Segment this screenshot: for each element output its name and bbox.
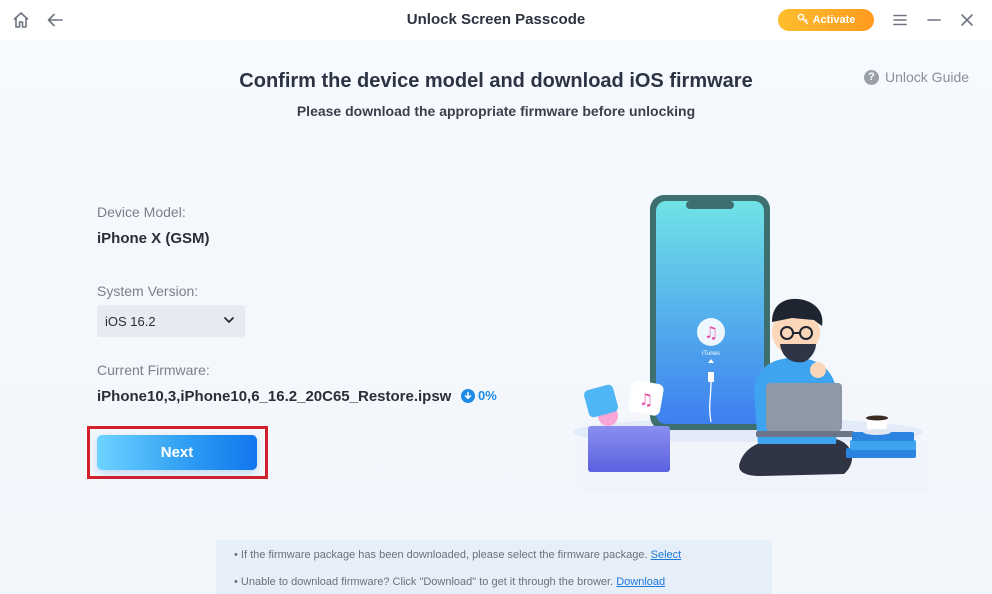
tip-download-text: Unable to download firmware? Click "Down… (240, 576, 614, 588)
title-bar: Unlock Screen Passcode Activate (0, 0, 992, 40)
app-box (588, 426, 670, 472)
system-version-value: iOS 16.2 (105, 313, 156, 329)
tip-bullet: • (234, 549, 241, 561)
current-firmware-label: Current Firmware: (97, 362, 210, 378)
tip-download: • Unable to download firmware? Click "Do… (234, 576, 665, 588)
tip-select-text: If the firmware package has been downloa… (240, 549, 648, 561)
tip-bullet: • (234, 576, 241, 588)
unlock-guide-link[interactable]: ? Unlock Guide (864, 69, 969, 85)
page-subtitle: Please download the appropriate firmware… (296, 103, 696, 119)
menu-icon[interactable] (888, 8, 912, 32)
device-model-value: iPhone X (GSM) (97, 230, 210, 247)
illustration: ♫ iTunes ♫ (568, 192, 938, 502)
select-link[interactable]: Select (651, 549, 682, 561)
download-icon (461, 388, 475, 403)
laptop (766, 383, 842, 431)
activate-label: Activate (812, 14, 856, 26)
download-link[interactable]: Download (616, 576, 665, 588)
next-button[interactable]: Next (97, 435, 257, 470)
unlock-guide-label: Unlock Guide (885, 69, 970, 85)
close-icon[interactable] (955, 8, 979, 32)
svg-text:♫: ♫ (704, 323, 718, 342)
tips-panel: • If the firmware package has been downl… (216, 540, 772, 594)
page-title: Confirm the device model and download iO… (239, 70, 753, 92)
minimize-icon[interactable] (922, 8, 946, 32)
current-firmware-value: iPhone10,3,iPhone10,6_16.2_20C65_Restore… (97, 388, 452, 405)
system-version-label: System Version: (97, 283, 199, 299)
chevron-down-icon (223, 314, 235, 329)
main-content: Confirm the device model and download iO… (0, 40, 992, 594)
key-icon (797, 13, 809, 28)
help-icon: ? (864, 69, 879, 85)
phone-itunes-label: iTunes (702, 351, 720, 357)
download-progress: 0% (461, 388, 497, 403)
tip-select: • If the firmware package has been downl… (234, 549, 681, 561)
activate-button[interactable]: Activate (778, 9, 874, 31)
svg-text:♫: ♫ (639, 390, 653, 409)
system-version-select[interactable]: iOS 16.2 (97, 305, 245, 337)
download-percent: 0% (478, 388, 497, 403)
device-model-label: Device Model: (97, 204, 186, 220)
